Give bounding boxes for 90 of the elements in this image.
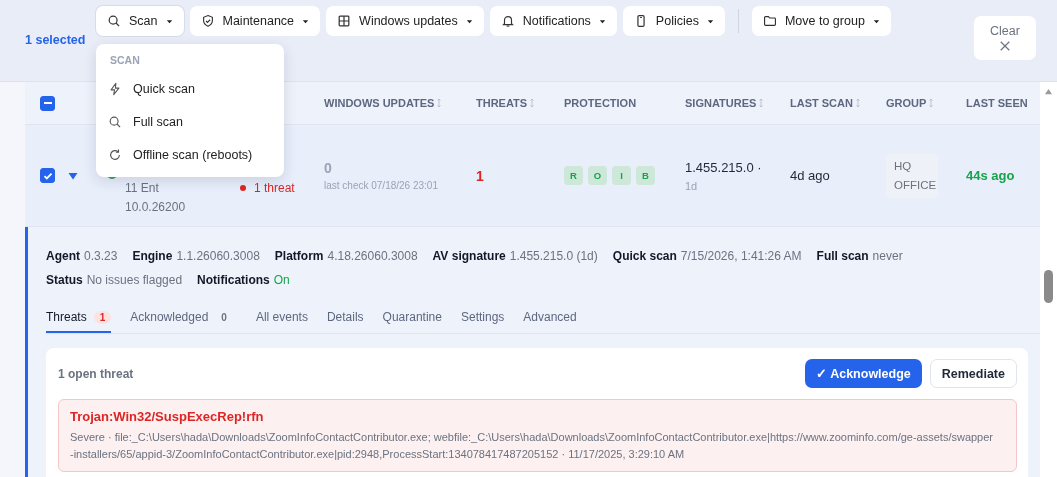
expand-caret-icon[interactable]	[68, 171, 78, 180]
caret-icon	[165, 17, 173, 25]
threat-name: Trojan:Win32/SuspExecRep!rfn	[70, 409, 265, 424]
issue-text: 1 threat	[254, 181, 295, 195]
sort-icon	[758, 98, 765, 108]
menu-item[interactable]: Quick scan	[96, 72, 284, 105]
protection-badge: R	[564, 166, 583, 185]
lightning-icon	[108, 81, 122, 96]
toolbar-dropdown-button[interactable]: Maintenance	[189, 6, 321, 36]
search-icon	[107, 14, 121, 28]
threat-description: Severe · file:_C:\Users\hada\Downloads\ZoomInfoContactContributor.exe; webfile:_C:\Users\hada\Downloads\ZoomInfoContactContributor.exe|https://www.zoominfo.com/ge-assets/swapper-installers/65/appid-3/ZoomInfoContactContributor.exe|pid:2948,ProcessStart:134078417487205152 · 11/17/2025, 3:29:10 AM	[70, 430, 995, 462]
bell-icon	[500, 14, 515, 28]
protection-badge: I	[612, 166, 631, 185]
column-header[interactable]: SIGNATURES	[685, 97, 790, 109]
menu-item[interactable]: Offline scan (reboots)	[96, 138, 284, 171]
sort-icon	[436, 98, 443, 108]
count-badge: 1	[93, 310, 112, 324]
os-version-text: 10.0.26200	[125, 199, 186, 216]
sort-icon	[529, 98, 536, 108]
fact-label: Engine	[132, 248, 173, 265]
toolbar-dropdown-button[interactable]: Policies	[622, 6, 725, 36]
close-icon	[999, 40, 1011, 52]
scrollbar[interactable]	[1040, 82, 1057, 477]
column-header[interactable]: PROTECTION	[564, 97, 685, 109]
threat-count: 1	[476, 167, 485, 184]
caret-icon	[706, 17, 714, 25]
count-text: 0	[220, 310, 228, 324]
fact-label: Quick scan	[612, 248, 677, 265]
toolbar-dropdown-button[interactable]: Scan	[96, 6, 184, 36]
open-threats-summary: 1 open threat	[58, 366, 134, 381]
fact-label: Status	[46, 272, 83, 289]
tab[interactable]: Threats 1	[46, 305, 112, 333]
os-version-text: 11 Ent	[125, 180, 160, 197]
fact-value: 1.1.26060.3008	[176, 248, 260, 265]
fact-value: 0.3.23	[84, 248, 118, 265]
column-header[interactable]: LAST SEEN	[966, 97, 1032, 109]
last-seen-text: 44s ago	[966, 168, 1016, 183]
clear-button[interactable]: Clear	[974, 16, 1036, 60]
selection-count: 1 selected	[24, 33, 87, 47]
fact-value: never	[872, 248, 903, 265]
sort-icon	[854, 98, 861, 108]
scroll-up-icon[interactable]	[1044, 88, 1053, 95]
group-tag: HQ OFFICE	[886, 153, 938, 198]
updates-count: 0	[324, 160, 333, 176]
caret-icon	[598, 17, 606, 25]
last-scan-text: 4d ago	[790, 168, 831, 183]
fact-value: On	[273, 272, 290, 289]
fact-value: 1.455.215.0 (1d)	[509, 248, 598, 265]
column-header[interactable]: GROUP	[886, 97, 966, 109]
caret-icon	[465, 17, 473, 25]
signature-version: 1.455.215.0 ·	[685, 159, 763, 175]
toolbar-dropdown-button[interactable]: Notifications	[489, 6, 617, 36]
caret-icon	[302, 17, 310, 25]
fact-label: AV signature	[432, 248, 506, 265]
signature-age: 1d	[685, 179, 699, 192]
last-check-text: last check 07/18/26 23:01	[324, 180, 439, 191]
fact-label: Full scan	[816, 248, 869, 265]
tab[interactable]: Details	[326, 305, 364, 333]
tab[interactable]: Advanced	[523, 305, 577, 333]
refresh-icon	[108, 147, 122, 162]
tab[interactable]: Quarantine	[382, 305, 442, 333]
menu-heading: SCAN	[109, 54, 141, 66]
tab[interactable]: Acknowledged 0	[130, 305, 237, 333]
protection-badge: B	[636, 166, 655, 185]
column-header[interactable]: THREATS	[476, 97, 564, 109]
windows-icon	[337, 14, 352, 28]
row-checkbox[interactable]	[40, 168, 55, 183]
toolbar-dropdown-button[interactable]: Windows updates	[326, 6, 484, 36]
fact-label: Agent	[46, 248, 80, 265]
sort-icon	[928, 98, 935, 108]
fact-value: No issues flagged	[86, 272, 183, 289]
folder-icon	[762, 14, 777, 28]
fact-label: Platform	[274, 248, 324, 265]
acknowledge-button[interactable]: ✓ Acknowledge	[805, 359, 922, 388]
fact-value: 4.18.26060.3008	[327, 248, 418, 265]
tab[interactable]: Settings	[460, 305, 505, 333]
select-all-checkbox[interactable]	[40, 95, 55, 111]
remediate-button[interactable]: Remediate	[929, 359, 1017, 388]
column-header[interactable]: WINDOWS UPDATES	[324, 97, 476, 109]
menu-item[interactable]: Full scan	[96, 105, 284, 138]
search-icon	[108, 114, 122, 129]
tab[interactable]: All events	[255, 305, 308, 333]
toolbar-dropdown-button[interactable]: Move to group	[751, 6, 891, 36]
protection-badge: O	[588, 166, 607, 185]
fact-value: 7/15/2026, 1:41:26 AM	[680, 248, 802, 265]
shield-icon	[200, 14, 215, 28]
column-header[interactable]: LAST SCAN	[790, 97, 886, 109]
fact-label: Notifications	[197, 272, 270, 289]
scrollbar-thumb[interactable]	[1044, 270, 1053, 303]
caret-icon	[872, 17, 880, 25]
